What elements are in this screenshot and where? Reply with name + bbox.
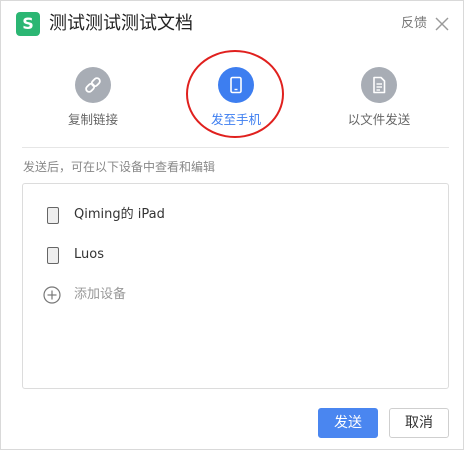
document-icon bbox=[373, 76, 386, 94]
send-button[interactable]: 发送 bbox=[318, 408, 378, 438]
copy-link-circle bbox=[75, 67, 111, 103]
add-device-label: 添加设备 bbox=[74, 287, 127, 302]
send-to-phone-circle bbox=[218, 67, 254, 103]
device-name: Qiming的 iPad bbox=[74, 207, 165, 222]
send-to-device-dialog: S 测试测试测试文档 反馈 复制链接 发至手机 以文件发送 发送后，可在以下设备… bbox=[0, 0, 464, 450]
title-bar: S 测试测试测试文档 反馈 bbox=[1, 1, 463, 47]
send-to-phone-label: 发至手机 bbox=[210, 112, 261, 127]
add-device-button[interactable]: 添加设备 bbox=[43, 283, 126, 307]
close-icon bbox=[435, 17, 449, 31]
send-to-phone-option[interactable]: 发至手机 bbox=[181, 67, 291, 129]
cancel-button[interactable]: 取消 bbox=[389, 408, 449, 438]
wps-app-icon: S bbox=[16, 12, 40, 36]
copy-link-option[interactable]: 复制链接 bbox=[38, 67, 148, 129]
copy-link-label: 复制链接 bbox=[67, 112, 118, 127]
device-item[interactable]: Luos bbox=[43, 243, 104, 267]
device-list: Qiming的 iPad Luos 添加设备 bbox=[22, 183, 449, 389]
close-button[interactable] bbox=[433, 15, 451, 33]
tablet-icon bbox=[47, 206, 59, 224]
device-item[interactable]: Qiming的 iPad bbox=[43, 203, 165, 227]
feedback-link[interactable]: 反馈 bbox=[401, 15, 427, 33]
send-as-file-circle bbox=[361, 67, 397, 103]
plus-circle-icon bbox=[43, 286, 61, 304]
send-as-file-option[interactable]: 以文件发送 bbox=[324, 67, 434, 129]
send-as-file-label: 以文件发送 bbox=[347, 112, 411, 127]
link-icon bbox=[85, 77, 101, 93]
divider bbox=[22, 147, 449, 148]
hint-text: 发送后，可在以下设备中查看和编辑 bbox=[23, 160, 216, 174]
document-title: 测试测试测试文档 bbox=[49, 13, 193, 34]
tablet-icon bbox=[47, 246, 59, 264]
device-name: Luos bbox=[74, 247, 104, 262]
tablet-icon bbox=[230, 76, 242, 94]
